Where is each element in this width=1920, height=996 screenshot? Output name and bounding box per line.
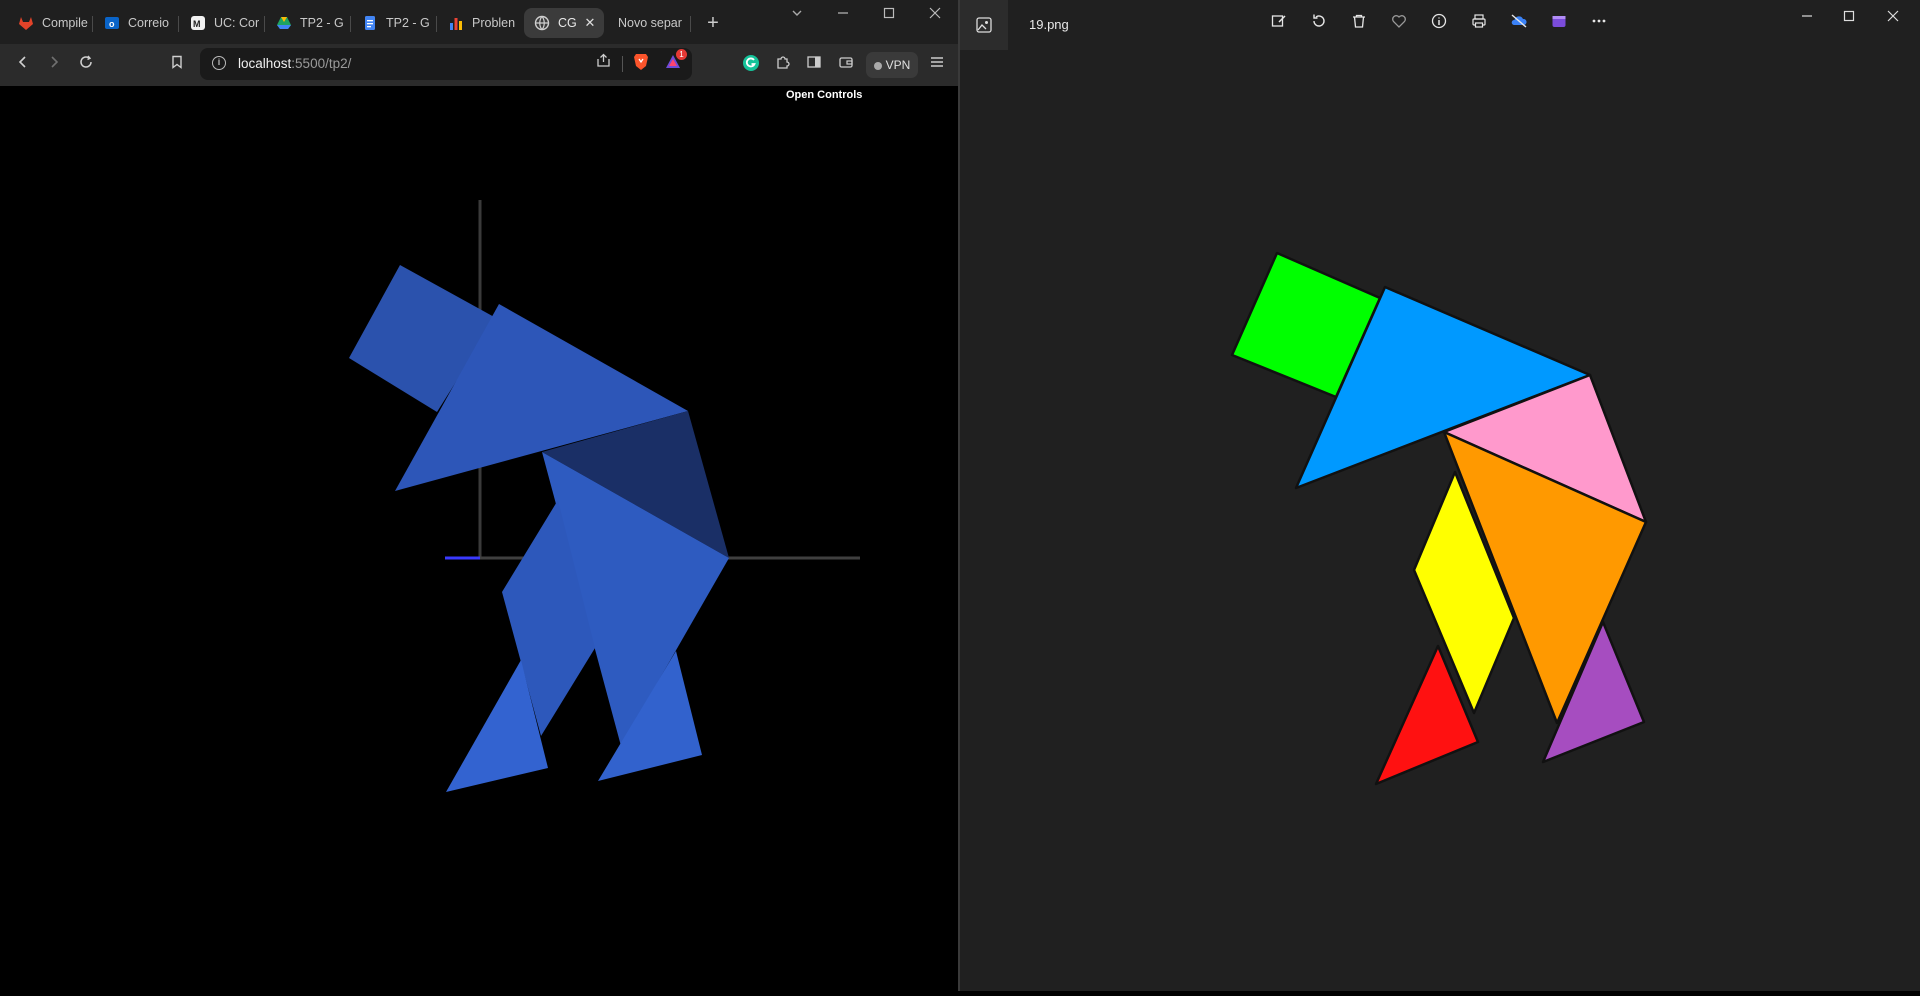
photos-window: 19.png — [960, 0, 1920, 991]
bookmark-icon[interactable] — [166, 54, 188, 76]
minimize-icon[interactable] — [828, 6, 858, 24]
reload-icon[interactable] — [75, 54, 97, 76]
vpn-button[interactable]: VPN — [866, 52, 918, 78]
address-bar[interactable]: i localhost:5500/tp2/ 1 — [200, 48, 692, 80]
urlbar-divider — [622, 56, 623, 72]
tab-docs[interactable]: TP2 - G — [344, 8, 434, 38]
share-icon[interactable] — [592, 53, 614, 75]
gitlab-icon — [19, 17, 33, 30]
navigation-bar: i localhost:5500/tp2/ 1 VPN — [0, 44, 958, 86]
close-window-icon[interactable] — [920, 6, 950, 24]
tab-title: Novo separ — [618, 16, 682, 30]
tab-separator — [690, 16, 691, 32]
back-icon[interactable] — [12, 54, 34, 76]
tab-gitlab[interactable]: Compile — [0, 8, 90, 38]
wallet-icon[interactable] — [835, 54, 857, 76]
docs-icon — [365, 16, 375, 30]
tab-cg-active[interactable]: CG ✕ — [524, 8, 604, 38]
tab-outlook[interactable]: o Correio — [86, 8, 176, 38]
grammarly-icon[interactable] — [740, 54, 762, 76]
tab-title: TP2 - G — [386, 16, 430, 30]
new-tab-button[interactable]: + — [702, 12, 724, 34]
brave-shield-icon[interactable] — [630, 53, 652, 75]
browser-window: Compile o Correio M UC: Cor TP2 - G TP2 … — [0, 0, 958, 991]
chart-icon — [450, 18, 462, 30]
site-info-icon[interactable]: i — [212, 56, 226, 70]
menu-icon[interactable] — [926, 54, 948, 76]
tab-new-separator[interactable]: Novo separ — [600, 8, 686, 38]
scene-render — [349, 200, 860, 792]
outlook-icon: o — [105, 17, 119, 29]
vpn-label: VPN — [885, 58, 911, 72]
tab-strip: Compile o Correio M UC: Cor TP2 - G TP2 … — [0, 0, 958, 44]
tab-uc[interactable]: M UC: Cor — [172, 8, 262, 38]
url-text[interactable]: localhost:5500/tp2/ — [238, 56, 351, 71]
sidebar-icon[interactable] — [803, 54, 825, 76]
globe-icon — [534, 15, 550, 31]
tab-drive[interactable]: TP2 - G — [258, 8, 348, 38]
open-controls-button[interactable]: Open Controls — [786, 89, 862, 101]
close-tab-icon[interactable]: ✕ — [582, 15, 598, 31]
maximize-icon[interactable] — [874, 6, 904, 24]
tangram-image — [1230, 251, 1648, 786]
tab-title: Correio — [128, 16, 169, 30]
svg-text:o: o — [109, 19, 115, 29]
url-host: localhost — [238, 56, 292, 71]
vpn-status-icon — [873, 61, 882, 70]
uc-icon: M — [191, 16, 205, 30]
forward-icon[interactable] — [43, 54, 65, 76]
url-path: :5500/tp2/ — [291, 56, 352, 71]
tab-search-chevron-icon[interactable] — [782, 6, 812, 24]
tab-title: TP2 - G — [300, 16, 344, 30]
svg-text:M: M — [193, 19, 201, 29]
tab-title: UC: Cor — [214, 16, 260, 30]
tab-title: Problen — [472, 16, 516, 30]
brave-rewards-icon[interactable]: 1 — [662, 49, 687, 75]
rewards-badge: 1 — [676, 49, 687, 60]
tab-title: CG — [558, 16, 577, 30]
tab-title: Compile — [42, 16, 88, 30]
extensions-icon[interactable] — [772, 54, 794, 76]
tab-problems[interactable]: Problen — [430, 8, 520, 38]
webgl-canvas[interactable] — [0, 86, 958, 991]
drive-icon — [277, 17, 291, 29]
